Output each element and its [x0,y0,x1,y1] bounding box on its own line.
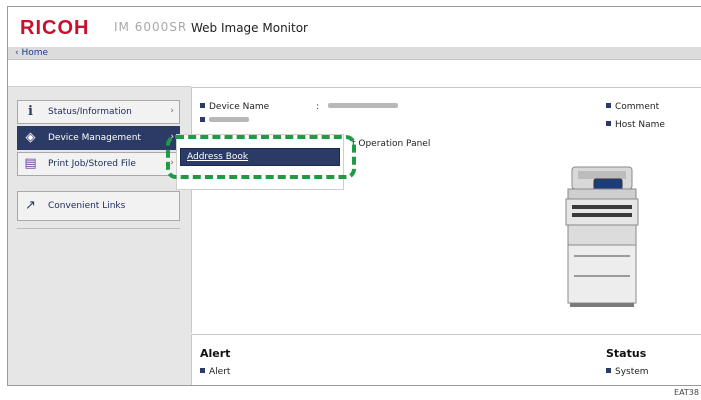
header: RICOH IM 6000SR Web Image Monitor [8,7,701,47]
home-bar: ‹ Home [8,47,701,60]
bullet-icon [200,103,205,108]
printer-image [565,166,639,307]
alert-heading: Alert [200,347,231,360]
link-arrow-icon: ↗ [25,198,36,213]
chevron-right-icon: › [170,106,174,116]
system-link-label: System [615,367,649,377]
info-icon: i [28,104,33,119]
bullet-icon [606,103,611,108]
sidebar-item-status-information[interactable]: i Status/Information › [17,100,180,124]
home-link[interactable]: ‹ Home [15,47,48,59]
sidebar-item-label: Print Job/Stored File [48,159,136,169]
alert-link[interactable]: Alert [200,367,230,377]
sidebar-item-device-management[interactable]: ◈ Device Management › [17,126,180,150]
comment-label: Comment [615,102,660,112]
status-heading: Status [606,347,647,360]
sidebar-item-label: Status/Information [48,107,132,117]
host-name-label: Host Name [615,120,665,130]
sidebar: i Status/Information › ◈ Device Manageme… [8,86,191,385]
bullet-icon [200,368,205,373]
system-link[interactable]: System [606,367,649,377]
sidebar-divider [17,228,180,229]
sidebar-item-label: Convenient Links [48,201,126,211]
device-name-separator: : [316,102,320,112]
document-icon: ▤ [24,156,37,171]
app-title: Web Image Monitor [191,21,308,35]
bullet-icon [200,117,205,122]
browser-frame: RICOH IM 6000SR Web Image Monitor ‹ Home… [7,6,701,386]
bullet-icon [606,368,611,373]
ricoh-logo: RICOH [20,17,90,39]
operation-panel-text: t Operation Panel [352,139,431,149]
comment-row: Comment [606,102,659,112]
sidebar-item-label: Device Management [48,133,141,143]
redacted-device-name [328,103,398,108]
callout-highlight [166,135,356,179]
figure-code: EAT38 [674,388,699,397]
alert-link-label: Alert [209,367,231,377]
model-name: IM 6000SR [114,20,188,34]
sidebar-item-print-job-stored-file[interactable]: ▤ Print Job/Stored File › [17,152,180,176]
redacted-field [209,117,249,122]
location-row [200,116,249,126]
device-name-label: Device Name [209,102,270,112]
device-name-row: Device Name : [200,102,398,112]
alert-status-panel: Alert Alert Status System [191,334,701,385]
settings-diamond-icon: ◈ [25,130,36,145]
host-name-row: Host Name [606,120,665,130]
sidebar-item-convenient-links[interactable]: ↗ Convenient Links [17,191,180,221]
bullet-icon [606,121,611,126]
